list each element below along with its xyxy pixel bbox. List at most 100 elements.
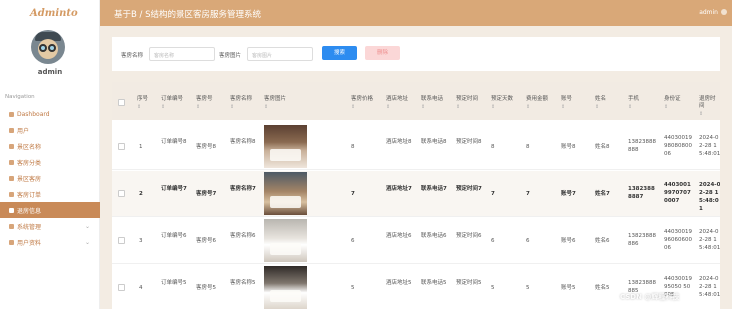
col-header[interactable]: 客房价格 ⇕ [351, 96, 373, 111]
row-checkbox[interactable] [118, 143, 125, 150]
col-header[interactable]: 退房时间 ⇕ [699, 96, 720, 118]
cell-checkout-time: 2024-02-28 15:48:01 [699, 135, 720, 157]
cell-order-no: 订单编号5 [161, 280, 187, 286]
table-row[interactable]: 4 订单编号5 客房号5 客房名称5 5 酒店地址5 联系电话5 预定时间5 5… [112, 265, 720, 309]
select-all-checkbox[interactable] [118, 99, 125, 106]
col-header[interactable]: 姓名 ⇕ [595, 96, 606, 111]
sidebar-item-label: 退房信息 [17, 207, 42, 215]
row-checkbox[interactable] [118, 284, 125, 291]
settings-icon [9, 223, 14, 229]
cell-account: 账号8 [561, 144, 576, 150]
cell-id-card: 440300199707070007 [664, 182, 691, 204]
sidebar-item-scenic-name[interactable]: 景区名称 [0, 138, 100, 154]
cell-order-no: 订单编号8 [161, 139, 187, 145]
cell-room-name: 客房名称8 [230, 139, 256, 145]
col-header[interactable]: 订单编号 ⇕ [161, 96, 183, 111]
sidebar-item-scenic-rooms[interactable]: 景区客房 [0, 170, 100, 186]
cell-index: 1 [139, 144, 143, 150]
col-header[interactable]: 预定时间 ⇕ [456, 96, 478, 111]
user-icon [9, 127, 14, 133]
cell-room-no: 客房号7 [196, 191, 217, 197]
sidebar-item-profile[interactable]: 用户资料 ⌄ [0, 234, 100, 250]
room-image-label: 客房图片 [219, 53, 242, 59]
grid-icon [9, 143, 14, 149]
checkout-table: 序号 ⇕ 订单编号 ⇕ 客房号 ⇕ 客房名称 ⇕ 客房图片 ⇕ 客房价格 ⇕ 酒店地址 ⇕ 联… [112, 82, 720, 309]
sidebar-item-checkout-info[interactable]: 退房信息 [0, 202, 100, 218]
cell-fee: 7 [526, 191, 530, 197]
sidebar-item-label: 景区名称 [17, 143, 42, 151]
col-header[interactable]: 客房图片 ⇕ [264, 96, 286, 111]
app-logo[interactable]: Adminto [0, 0, 99, 26]
cell-index: 4 [139, 285, 143, 291]
cell-id-card: 440300199808080006 [664, 135, 692, 157]
row-checkbox[interactable] [118, 190, 125, 197]
cell-index: 2 [139, 191, 143, 197]
header-username[interactable]: admin [699, 9, 718, 16]
room-image[interactable] [264, 125, 307, 168]
row-checkbox[interactable] [118, 237, 125, 244]
cell-checkout-time: 2024-02-28 15:48:01 [699, 182, 720, 212]
table-row[interactable]: 2 订单编号7 客房号7 客房名称7 7 酒店地址7 联系电话7 预定时间7 7… [112, 171, 720, 217]
search-panel: 客房名称 客房名称 客房图片 客房图片 搜索 删除 [112, 37, 720, 71]
cell-address: 酒店地址8 [386, 139, 412, 145]
col-header[interactable]: 联系电话 ⇕ [421, 96, 443, 111]
room-name-input[interactable]: 客房名称 [149, 47, 215, 61]
cell-address: 酒店地址6 [386, 233, 412, 239]
cell-days: 8 [491, 144, 495, 150]
header-avatar[interactable] [721, 9, 727, 15]
sidebar-item-room-orders[interactable]: 客房订单 [0, 186, 100, 202]
grid-icon [9, 175, 14, 181]
cell-address: 酒店地址7 [386, 186, 412, 192]
room-image[interactable] [264, 172, 307, 215]
cell-days: 5 [491, 285, 495, 291]
grid-icon [9, 159, 14, 165]
cell-book-time: 预定时间8 [456, 139, 482, 145]
watermark: CSDN @辉程科技 [620, 293, 680, 301]
col-header[interactable]: 身份证 ⇕ [664, 96, 681, 111]
cell-name: 姓名6 [595, 238, 610, 244]
cell-order-no: 订单编号6 [161, 233, 187, 239]
cell-book-time: 预定时间5 [456, 280, 482, 286]
sidebar-item-label: Dashboard [17, 110, 50, 118]
cell-price: 5 [351, 285, 355, 291]
col-header[interactable]: 酒店地址 ⇕ [386, 96, 408, 111]
cell-address: 酒店地址5 [386, 280, 412, 286]
col-header[interactable]: 费用金额 ⇕ [526, 96, 548, 111]
col-header[interactable]: 客房号 ⇕ [196, 96, 213, 111]
search-button[interactable]: 搜索 [322, 46, 357, 60]
col-header[interactable]: 客房名称 ⇕ [230, 96, 252, 111]
cell-room-name: 客房名称6 [230, 233, 256, 239]
cell-room-no: 客房号6 [196, 238, 216, 244]
table-row[interactable]: 3 订单编号6 客房号6 客房名称6 6 酒店地址6 联系电话6 预定时间6 6… [112, 218, 720, 264]
cell-phone: 联系电话6 [421, 233, 447, 239]
cell-order-no: 订单编号7 [161, 186, 187, 192]
sidebar-nav: Dashboard 用户 景区名称 客房分类 景区客房 客房订单 退房信息 系统… [0, 106, 100, 250]
cell-name: 姓名7 [595, 191, 610, 197]
room-image[interactable] [264, 219, 307, 262]
cell-book-time: 预定时间7 [456, 186, 482, 192]
room-name-label: 客房名称 [121, 53, 144, 59]
cell-phone: 联系电话5 [421, 280, 447, 286]
cell-account: 账号5 [561, 285, 576, 291]
delete-button[interactable]: 删除 [365, 46, 400, 60]
sidebar-item-users[interactable]: 用户 [0, 122, 100, 138]
col-header[interactable]: 预定天数 ⇕ [491, 96, 513, 111]
table-row[interactable]: 1 订单编号8 客房号8 客房名称8 8 酒店地址8 联系电话8 预定时间8 8… [112, 124, 720, 170]
col-header[interactable]: 手机 ⇕ [628, 96, 639, 111]
col-header[interactable]: 账号 ⇕ [561, 96, 572, 111]
sidebar-item-dashboard[interactable]: Dashboard [0, 106, 100, 122]
sidebar-item-room-category[interactable]: 客房分类 [0, 154, 100, 170]
dashboard-icon [9, 111, 14, 117]
avatar[interactable] [31, 30, 65, 64]
col-header[interactable]: 序号 ⇕ [137, 96, 148, 111]
cell-account: 账号6 [561, 238, 576, 244]
cell-phone: 联系电话8 [421, 139, 447, 145]
room-image[interactable] [264, 266, 307, 309]
cell-fee: 5 [526, 285, 530, 291]
sidebar-item-system[interactable]: 系统管理 ⌄ [0, 218, 100, 234]
room-image-input[interactable]: 客房图片 [247, 47, 313, 61]
page-title: 基于B / S结构的景区客房服务管理系统 [114, 10, 261, 20]
sidebar-item-label: 客房订单 [17, 191, 42, 199]
cell-checkout-time: 2024-02-28 15:48:01 [699, 276, 720, 298]
chevron-down-icon: ⌄ [84, 238, 90, 246]
